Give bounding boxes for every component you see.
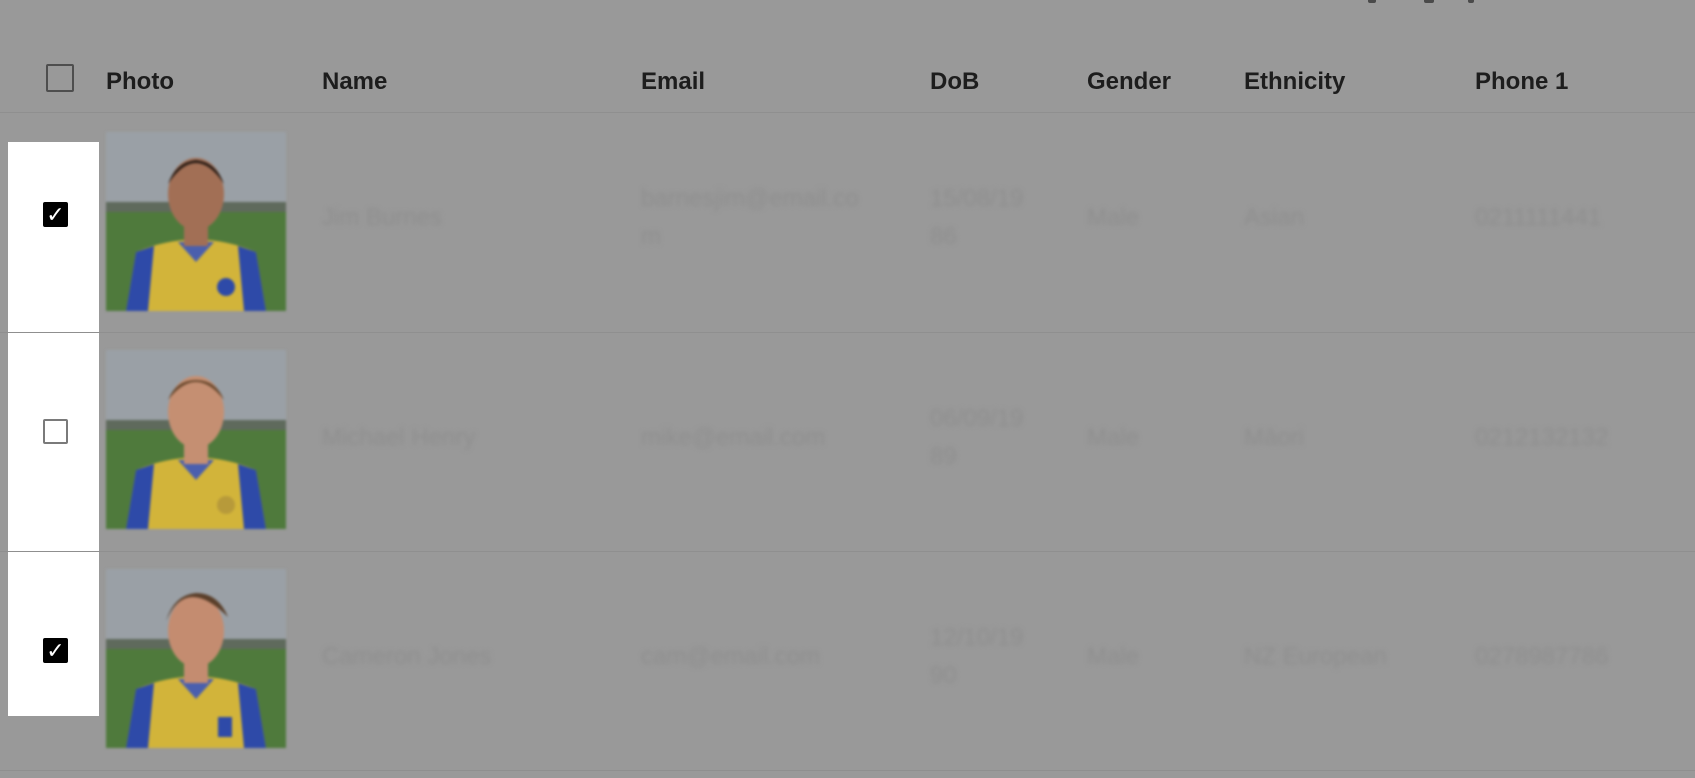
row-checkbox[interactable] [43,419,68,444]
table-row[interactable]: ✓ Jim Burnes barnesjim@email.co m 15/08/… [0,114,1695,333]
name-cell: Jim Burnes [322,204,443,231]
select-all-checkbox[interactable] [46,64,74,92]
row-checkbox[interactable]: ✓ [43,202,68,227]
gender-cell: Male [1087,204,1140,231]
table-row[interactable]: Michael Henry mike@email.com 06/09/19 89… [0,333,1695,552]
ethnicity-cell: NZ European [1244,643,1387,670]
column-header-phone[interactable]: Phone 1 [1475,68,1568,96]
name-cell: Michael Henry [322,424,476,451]
email-cell: barnesjim@email.co m [641,185,859,250]
dob-cell: 15/08/19 86 [930,185,1024,250]
name-cell: Cameron Jones [322,643,492,670]
checkmark-icon: ✓ [46,637,65,663]
column-header-ethnicity[interactable]: Ethnicity [1244,68,1345,96]
top-partial-text [1368,0,1478,4]
column-header-gender[interactable]: Gender [1087,68,1171,96]
email-cell: cam@email.com [641,643,821,670]
table-row[interactable]: ✓ Cameron Jones cam@email.com 12/10/19 9… [0,552,1695,771]
column-header-dob[interactable]: DoB [930,68,979,96]
column-header-name[interactable]: Name [322,68,387,96]
phone-cell: 0211111441 [1475,204,1602,231]
email-cell: mike@email.com [641,424,826,451]
phone-cell: 0278987786 [1475,643,1609,670]
table-header: Photo Name Email DoB Gender Ethnicity Ph… [0,44,1695,113]
checkmark-icon: ✓ [46,201,65,227]
column-header-photo[interactable]: Photo [106,68,174,96]
row-checkbox[interactable]: ✓ [43,638,68,663]
gender-cell: Male [1087,424,1140,451]
dob-cell: 06/09/19 89 [930,405,1024,470]
phone-cell: 0212132132 [1475,424,1609,451]
player-photo [106,569,286,748]
dob-cell: 12/10/19 90 [930,624,1024,689]
gender-cell: Male [1087,643,1140,670]
player-photo [106,350,286,529]
ethnicity-cell: Asian [1244,204,1305,231]
column-header-email[interactable]: Email [641,68,705,96]
player-photo [106,132,286,311]
ethnicity-cell: Māori [1244,424,1305,451]
